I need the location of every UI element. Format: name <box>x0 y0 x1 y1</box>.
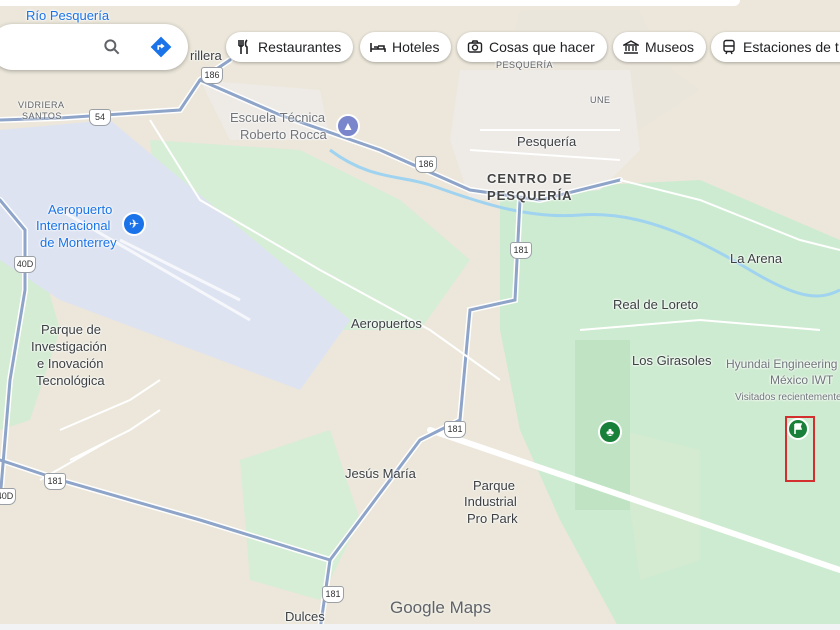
chip-museums[interactable]: Museos <box>613 32 707 62</box>
place-parque-inv-line2[interactable]: Investigación <box>31 339 107 355</box>
place-santos[interactable]: SANTOS <box>22 111 62 122</box>
camera-icon <box>467 40 483 53</box>
museum-icon <box>623 40 639 54</box>
route-shield: 181 <box>510 242 532 259</box>
search-icon[interactable] <box>102 37 122 57</box>
place-une[interactable]: UNE <box>590 95 611 106</box>
train-icon <box>723 39 735 55</box>
place-parque-inv-line3[interactable]: e Inovación <box>37 356 104 372</box>
place-real-de-loreto[interactable]: Real de Loreto <box>613 297 698 313</box>
place-visitados: Visitados recientemente <box>735 392 840 403</box>
route-shield: 186 <box>415 156 437 173</box>
chip-stations[interactable]: Estaciones de t <box>711 32 840 62</box>
map-canvas[interactable] <box>0 0 840 630</box>
place-centro-line2[interactable]: PESQUERÍA <box>487 188 573 204</box>
place-escuela-line2[interactable]: Roberto Rocca <box>240 127 327 143</box>
place-vidriera[interactable]: VIDRIERA <box>18 100 65 111</box>
chip-things-to-do[interactable]: Cosas que hacer <box>457 32 607 62</box>
route-shield: 40D <box>0 488 16 505</box>
place-aeropuerto-line1[interactable]: Aeropuerto <box>48 202 112 218</box>
chip-hotels[interactable]: Hoteles <box>360 32 452 62</box>
chip-label: Restaurantes <box>258 39 342 55</box>
chip-restaurants[interactable]: Restaurantes <box>226 32 354 62</box>
place-centro-line1[interactable]: CENTRO DE <box>487 171 573 187</box>
route-shield: 181 <box>444 421 466 438</box>
place-parque-ind-line2[interactable]: Industrial <box>464 494 517 510</box>
place-la-arena[interactable]: La Arena <box>730 251 782 267</box>
place-dulces[interactable]: Dulces <box>285 609 325 625</box>
school-icon[interactable]: ▲ <box>336 114 360 138</box>
place-parque-inv-line4[interactable]: Tecnológica <box>36 373 105 389</box>
route-shield: 181 <box>322 586 344 603</box>
directions-icon[interactable] <box>150 36 172 58</box>
flag-icon[interactable] <box>787 418 809 440</box>
airplane-icon[interactable]: ✈ <box>122 212 146 236</box>
attribution-bar <box>0 624 840 630</box>
place-hyundai-line2[interactable]: México IWT <box>770 373 833 387</box>
chip-label: Museos <box>645 39 695 55</box>
top-bar <box>0 0 740 6</box>
place-escuela-line1[interactable]: Escuela Técnica <box>230 110 325 126</box>
chip-label: Hoteles <box>392 39 440 55</box>
place-hyundai-line1[interactable]: Hyundai Engineering <box>726 357 837 371</box>
place-rio-pesqueria[interactable]: Río Pesquería <box>26 8 109 24</box>
place-parque-ind-line3[interactable]: Pro Park <box>467 511 518 527</box>
hotel-icon <box>370 43 386 52</box>
place-pesqueria-top[interactable]: PESQUERÍA <box>496 60 553 71</box>
restaurant-icon <box>238 39 248 54</box>
place-parque-inv-line1[interactable]: Parque de <box>41 322 101 338</box>
route-shield: 40D <box>14 256 36 273</box>
route-shield: 186 <box>201 67 223 84</box>
place-pesqueria[interactable]: Pesquería <box>517 134 576 150</box>
search-box[interactable] <box>0 24 188 70</box>
place-aeropuerto-line3[interactable]: de Monterrey <box>40 235 117 251</box>
google-maps-logo: Google Maps <box>390 598 492 617</box>
place-rillera[interactable]: rillera <box>190 48 222 64</box>
route-shield: 54 <box>89 109 111 126</box>
place-aeropuerto-line2[interactable]: Internacional <box>36 218 110 234</box>
place-los-girasoles[interactable]: Los Girasoles <box>632 353 711 369</box>
place-jesus-maria[interactable]: Jesús María <box>345 466 416 482</box>
chip-label: Estaciones de t <box>743 39 839 55</box>
park-icon[interactable]: ♣ <box>598 420 622 444</box>
place-aeropuertos[interactable]: Aeropuertos <box>351 316 422 332</box>
place-parque-ind-line1[interactable]: Parque <box>473 478 515 494</box>
route-shield: 181 <box>44 473 66 490</box>
chip-label: Cosas que hacer <box>489 39 595 55</box>
